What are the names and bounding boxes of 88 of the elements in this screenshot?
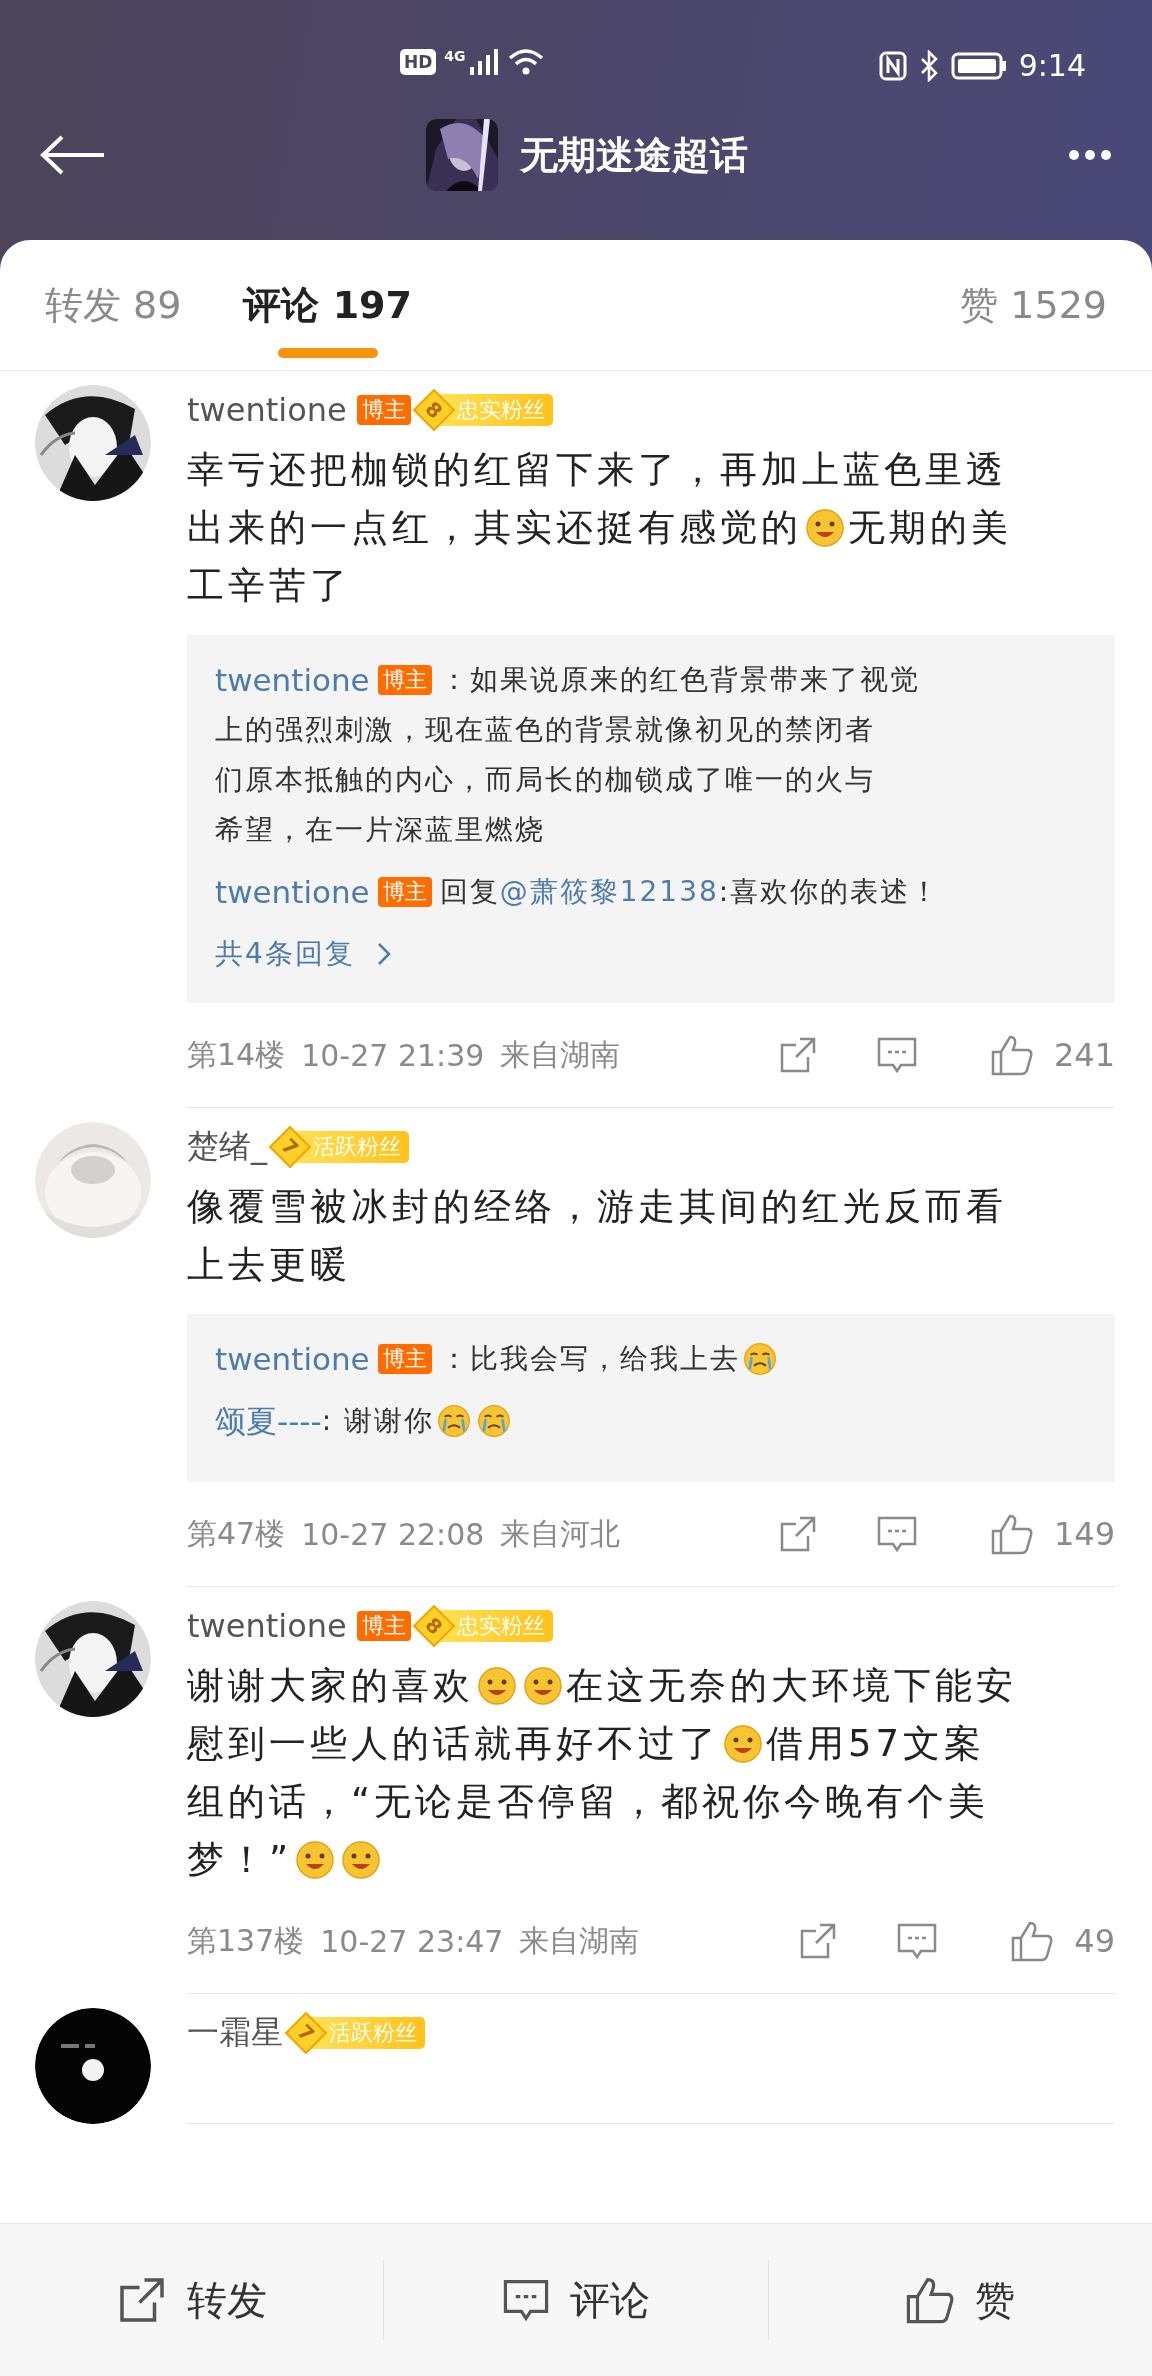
- like-icon[interactable]: [989, 1513, 1034, 1555]
- comment-text: 谢谢大家的喜欢: [187, 1663, 474, 1709]
- reply-text: 们原本抵触的内心，而局长的枷锁成了唯一的火与: [215, 762, 875, 798]
- username[interactable]: twentione: [187, 1607, 347, 1645]
- battery-icon: [950, 51, 1007, 80]
- tab[interactable]: 评论 197: [243, 240, 412, 370]
- comment-icon[interactable]: [875, 1035, 918, 1075]
- comment-text: 梦！”: [187, 1837, 293, 1883]
- reply-text: 回复: [439, 874, 500, 910]
- comment-time: 10-27 23:47: [320, 1923, 504, 1959]
- blogger-badge: 博主: [377, 664, 432, 696]
- more-replies-link[interactable]: 共4条回复: [215, 929, 355, 979]
- blogger-badge: 博主: [377, 1343, 432, 1375]
- reply-text: :喜欢你的表述！: [718, 874, 941, 910]
- back-arrow-icon[interactable]: [40, 135, 106, 175]
- like-icon[interactable]: [989, 1034, 1034, 1076]
- floor-number: 第47楼: [187, 1514, 286, 1553]
- comment-text: 工辛苦了: [187, 563, 351, 609]
- emoji-icon: [477, 1666, 517, 1706]
- fan-label: 忠实粉丝: [456, 396, 545, 424]
- like-icon: [905, 2276, 956, 2324]
- comment-text: 慰到一些人的话就再好不过了: [187, 1721, 720, 1767]
- comment-location: 来自湖南: [519, 1921, 640, 1960]
- fan-level-badge: 8: [412, 388, 455, 432]
- bluetooth-icon: [918, 49, 939, 82]
- reply-text: 希望，在一片深蓝里燃烧: [215, 812, 545, 848]
- mention-link[interactable]: @萧筱黎12138: [499, 867, 719, 917]
- wifi-icon: [507, 48, 544, 76]
- comment-icon[interactable]: [896, 1921, 939, 1961]
- emoji-icon: [437, 1404, 472, 1438]
- fan-label: 忠实粉丝: [456, 1612, 545, 1640]
- username[interactable]: twentione: [187, 391, 347, 429]
- like-icon[interactable]: [1010, 1920, 1055, 1962]
- emoji-icon: [341, 1840, 382, 1880]
- like-count: 241: [1053, 1036, 1115, 1074]
- fan-level-badge: 8: [412, 1604, 455, 1648]
- reply-text: 上的强烈刺激，现在蓝色的背景就像初见的禁闭者: [215, 712, 875, 748]
- comment-text: 幸亏还把枷锁的红留下来了，再加上蓝色里透: [187, 447, 1007, 493]
- topic-title: 无期迷途超话: [520, 131, 748, 179]
- signal-icon: [469, 49, 500, 75]
- action-button[interactable]: 转发: [0, 2260, 385, 2340]
- emoji-icon: [523, 1666, 563, 1706]
- action-button[interactable]: 评论: [384, 2260, 769, 2340]
- comment-text: 像覆雪被冰封的经络，游走其间的红光反而看: [187, 1184, 1007, 1230]
- reply-username[interactable]: twentione: [215, 867, 370, 917]
- clock-time: 9:14: [1018, 48, 1086, 83]
- fan-label: 活跃粉丝: [313, 1133, 401, 1161]
- username[interactable]: 一霜星: [187, 2011, 283, 2055]
- floor-number: 第137楼: [187, 1921, 305, 1960]
- comment-text: 上去更暖: [187, 1242, 351, 1288]
- fan-label: 活跃粉丝: [329, 2019, 417, 2047]
- floor-number: 第14楼: [187, 1035, 286, 1074]
- username[interactable]: 楚绪_: [187, 1125, 267, 1169]
- comment-icon: [502, 2277, 550, 2323]
- reply-username[interactable]: 颂夏----: [215, 1396, 322, 1446]
- nfc-icon: [878, 50, 907, 81]
- network-label: 4G: [444, 48, 466, 64]
- comment-time: 10-27 21:39: [301, 1037, 485, 1073]
- emoji-icon: [723, 1724, 763, 1764]
- chevron-right-icon[interactable]: [376, 942, 391, 966]
- reply-username[interactable]: twentione: [215, 1334, 370, 1384]
- fan-level-badge: 7: [284, 2011, 328, 2055]
- reply-text: ：比我会写，给我上去: [439, 1341, 740, 1377]
- comment-icon[interactable]: [875, 1514, 918, 1554]
- comment-time: 10-27 22:08: [301, 1516, 485, 1552]
- comment-location: 来自河北: [500, 1514, 621, 1553]
- emoji-icon: [742, 1342, 777, 1376]
- emoji-icon: [805, 508, 845, 548]
- action-button[interactable]: 赞: [768, 2260, 1152, 2340]
- comment-text: 借用57文案: [766, 1721, 986, 1767]
- emoji-icon: [477, 1404, 512, 1438]
- reply-text: : 谢谢你: [321, 1403, 435, 1439]
- blogger-badge: 博主: [356, 394, 411, 426]
- more-icon[interactable]: [1068, 149, 1112, 161]
- like-count: 49: [1074, 1922, 1115, 1960]
- hd-indicator: HD: [400, 49, 437, 75]
- like-count: 149: [1053, 1515, 1115, 1553]
- blogger-badge: 博主: [377, 876, 432, 908]
- comment-text: 无期的美: [848, 505, 1012, 551]
- blogger-badge: 博主: [356, 1610, 411, 1642]
- reply-username[interactable]: twentione: [215, 655, 370, 705]
- comment-text: 组的话，“无论是否停留，都祝你今晚有个美: [187, 1779, 990, 1825]
- comment-location: 来自湖南: [500, 1035, 621, 1074]
- emoji-icon: [295, 1840, 336, 1880]
- fan-level-badge: 7: [268, 1125, 312, 1169]
- comment-text: 在这无奈的大环境下能安: [566, 1663, 1017, 1709]
- reply-text: ：如果说原来的红色背景带来了视觉: [439, 662, 920, 698]
- comment-text: 出来的一点红，其实还挺有感觉的: [187, 505, 802, 551]
